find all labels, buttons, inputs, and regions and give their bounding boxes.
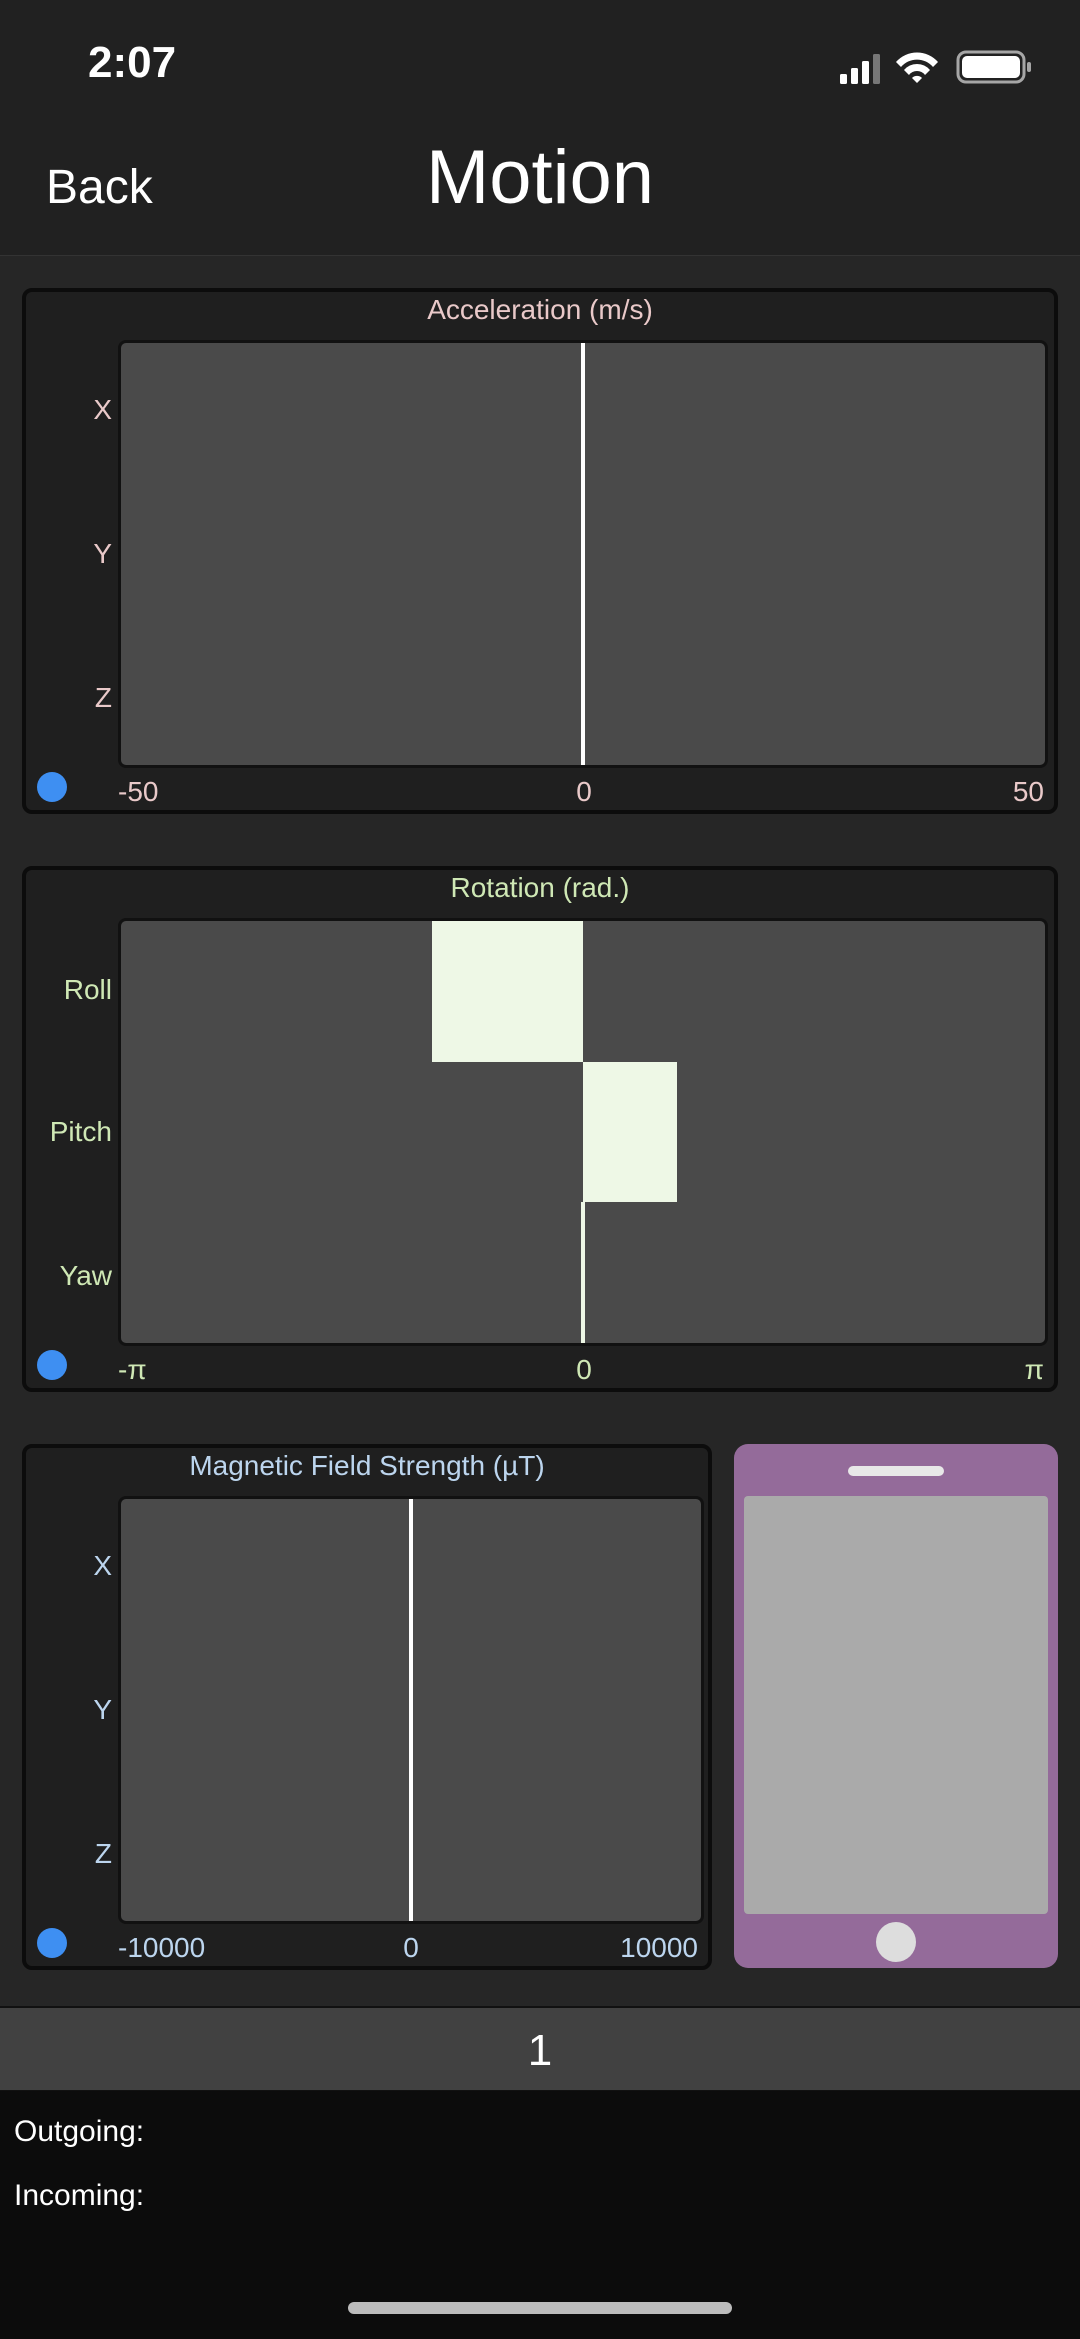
rotation-row-label: Roll — [63, 974, 112, 1005]
rotation-plot — [118, 918, 1048, 1346]
magnetic-row-label: Y — [93, 1694, 112, 1725]
acceleration-row-label: Z — [94, 682, 112, 713]
home-indicator[interactable] — [348, 2302, 732, 2314]
magnetic-status-dot — [37, 1928, 67, 1958]
acceleration-tick-mid: 0 — [576, 776, 592, 807]
status-bar: 2:07 — [0, 0, 1080, 130]
counter-value: 1 — [527, 2026, 553, 2075]
outgoing-label: Outgoing: — [14, 2115, 145, 2148]
cellular-signal-icon — [840, 54, 880, 84]
rotation-row-label: Pitch — [49, 1116, 112, 1147]
magnetic-tick-min: -10000 — [118, 1932, 206, 1963]
rotation-panel: Rotation (rad.) Roll Pitch Yaw -π 0 π — [22, 866, 1058, 1392]
phone-orientation-preview — [734, 1444, 1058, 1968]
acceleration-status-dot — [37, 772, 67, 802]
sensor-bar — [583, 1061, 678, 1203]
battery-icon — [956, 50, 1031, 84]
acceleration-title: Acceleration (m/s) — [427, 294, 653, 325]
rotation-title: Rotation (rad.) — [450, 872, 630, 903]
magnetic-row-label: X — [93, 1550, 112, 1581]
sensor-bar — [581, 624, 585, 765]
rotation-tick-mid: 0 — [576, 1354, 592, 1385]
sensor-bar — [581, 1202, 585, 1343]
counter-bar: 1 — [0, 2006, 1080, 2093]
magnetic-field-plot — [118, 1496, 704, 1924]
sensor-bar — [581, 343, 585, 484]
sensor-bar — [431, 921, 583, 1062]
incoming-label: Incoming: — [14, 2179, 145, 2212]
magnetic-row-label: Z — [94, 1838, 112, 1869]
phone-speaker — [848, 1466, 944, 1476]
rotation-row-label: Yaw — [59, 1260, 112, 1291]
phone-screen — [744, 1496, 1048, 1914]
sensor-bar — [581, 483, 585, 625]
magnetic-field-panel: Magnetic Field Strength (µT) X Y Z -1000… — [22, 1444, 712, 1970]
nav-bar: Motion Back — [0, 130, 1080, 256]
acceleration-tick-min: -50 — [118, 776, 159, 807]
magnetic-field-title: Magnetic Field Strength (µT) — [189, 1450, 545, 1481]
phone-home-button — [876, 1922, 916, 1962]
sensor-bar — [409, 1780, 413, 1921]
acceleration-plot — [118, 340, 1048, 768]
acceleration-row-label: Y — [93, 538, 112, 569]
page-title: Motion — [425, 135, 655, 220]
acceleration-tick-max: 50 — [1012, 776, 1044, 807]
acceleration-panel: Acceleration (m/s) X Y Z -50 0 50 — [22, 288, 1058, 814]
sensor-bar — [409, 1639, 413, 1781]
magnetic-tick-max: 10000 — [620, 1932, 698, 1963]
rotation-status-dot — [37, 1350, 67, 1380]
magnetic-tick-mid: 0 — [403, 1932, 419, 1963]
status-time: 2:07 — [88, 38, 177, 87]
acceleration-row-label: X — [93, 394, 112, 425]
wifi-icon — [896, 52, 938, 83]
rotation-tick-min: -π — [118, 1354, 147, 1385]
sensor-bar — [409, 1499, 413, 1640]
status-icons — [840, 48, 1040, 88]
rotation-tick-max: π — [1024, 1354, 1044, 1385]
back-button[interactable]: Back — [46, 160, 153, 215]
